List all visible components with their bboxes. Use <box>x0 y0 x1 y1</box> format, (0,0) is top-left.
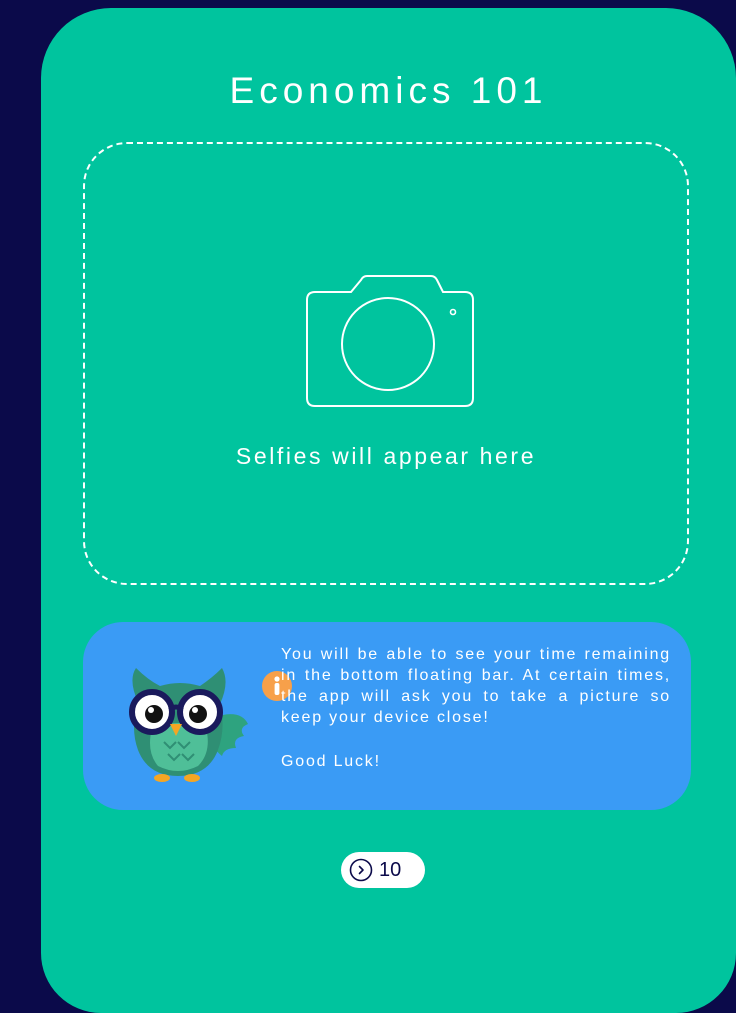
info-card: You will be able to see your time remain… <box>83 622 691 810</box>
selfie-placeholder-area: Selfies will appear here <box>83 142 689 585</box>
owl-mascot <box>129 668 248 782</box>
info-sign-off: Good Luck! <box>281 753 381 770</box>
chevron-right-circle-icon <box>349 858 373 882</box>
info-message: You will be able to see your time remain… <box>281 646 671 726</box>
counter-value: 10 <box>379 859 402 881</box>
camera-icon <box>306 275 474 407</box>
exam-card: Economics 101 Selfies will appear here Y… <box>41 8 736 1013</box>
page-title: Economics 101 <box>229 70 548 111</box>
selfie-placeholder-text: Selfies will appear here <box>235 443 537 469</box>
counter-button[interactable]: 10 <box>341 852 425 888</box>
